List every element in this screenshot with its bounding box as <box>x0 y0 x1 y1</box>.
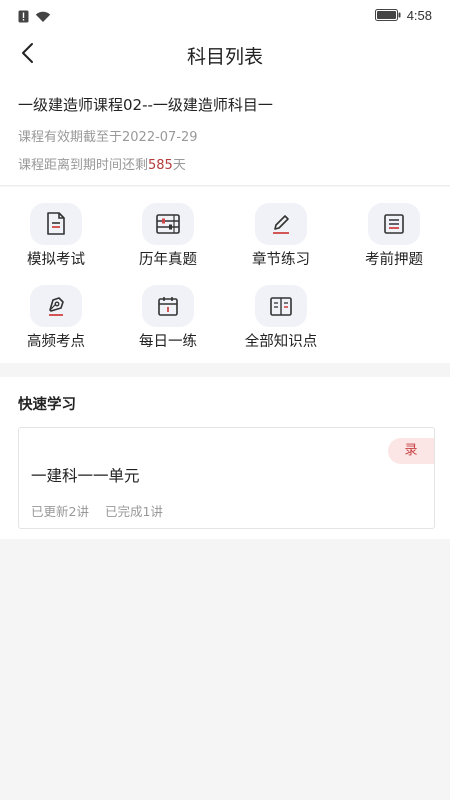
pencil-edit-icon <box>255 203 307 245</box>
menu-label: 章节练习 <box>252 252 310 268</box>
remain-days: 585 <box>148 158 173 173</box>
unit-card[interactable]: 录 一建科一一单元 已更新2讲 已完成1讲 <box>18 427 435 529</box>
calendar-icon <box>142 285 194 327</box>
section-divider <box>0 363 450 377</box>
unit-meta: 已更新2讲 已完成1讲 <box>31 501 163 520</box>
quick-study-section: 快速学习 录 一建科一一单元 已更新2讲 已完成1讲 <box>0 377 450 539</box>
battery-icon <box>374 6 401 25</box>
status-time: 4:58 <box>406 8 432 23</box>
unit-updated-count: 已更新2讲 <box>31 504 89 519</box>
menu-item-past-papers[interactable]: 历年真题 <box>112 187 224 268</box>
unit-name: 一建科一一单元 <box>31 467 140 485</box>
menu-item-mock-exam[interactable]: 模拟考试 <box>0 187 112 268</box>
pen-nib-icon <box>30 285 82 327</box>
menu-label: 考前押题 <box>365 252 423 268</box>
abacus-icon <box>142 203 194 245</box>
nav-bar: 科目列表 <box>0 30 450 80</box>
menu-label: 每日一练 <box>139 334 197 350</box>
page-title: 科目列表 <box>186 46 263 68</box>
recorded-badge: 录 <box>388 438 434 464</box>
menu-item-chapter-practice[interactable]: 章节练习 <box>225 187 337 268</box>
menu-label: 全部知识点 <box>244 334 318 350</box>
wifi-icon <box>35 8 51 27</box>
status-right: 4:58 <box>374 6 432 25</box>
remain-suffix: 天 <box>172 158 186 173</box>
menu-item-daily-practice[interactable]: 每日一练 <box>112 269 224 350</box>
course-remaining-time: 课程距离到期时间还剩585天 <box>18 154 186 173</box>
menu-item-all-knowledge[interactable]: 全部知识点 <box>225 269 337 350</box>
course-info: 一级建造师课程02--一级建造师科目一 课程有效期截至于2022-07-29 课… <box>0 80 450 186</box>
sim-alert-icon <box>18 8 29 27</box>
document-list-icon <box>368 203 420 245</box>
course-valid-date: 课程有效期截至于2022-07-29 <box>18 130 198 145</box>
menu-item-pre-exam-predictions[interactable]: 考前押题 <box>338 187 450 268</box>
menu-label: 模拟考试 <box>27 252 85 268</box>
empty-area <box>0 539 450 800</box>
section-title: 快速学习 <box>18 397 76 413</box>
open-book-icon <box>255 285 307 327</box>
feature-menu: 模拟考试 历年真题 章节练习 考前押题 高频考点 每日一练 全部知识点 <box>0 187 450 363</box>
menu-label: 历年真题 <box>139 252 197 268</box>
course-title: 一级建造师课程02--一级建造师科目一 <box>18 96 273 114</box>
menu-label: 高频考点 <box>27 334 85 350</box>
remain-prefix: 课程距离到期时间还剩 <box>18 158 149 173</box>
exam-paper-icon <box>30 203 82 245</box>
status-left <box>18 8 51 27</box>
menu-item-key-points[interactable]: 高频考点 <box>0 269 112 350</box>
status-bar: 4:58 <box>0 0 450 30</box>
unit-completed-count: 已完成1讲 <box>104 504 163 519</box>
